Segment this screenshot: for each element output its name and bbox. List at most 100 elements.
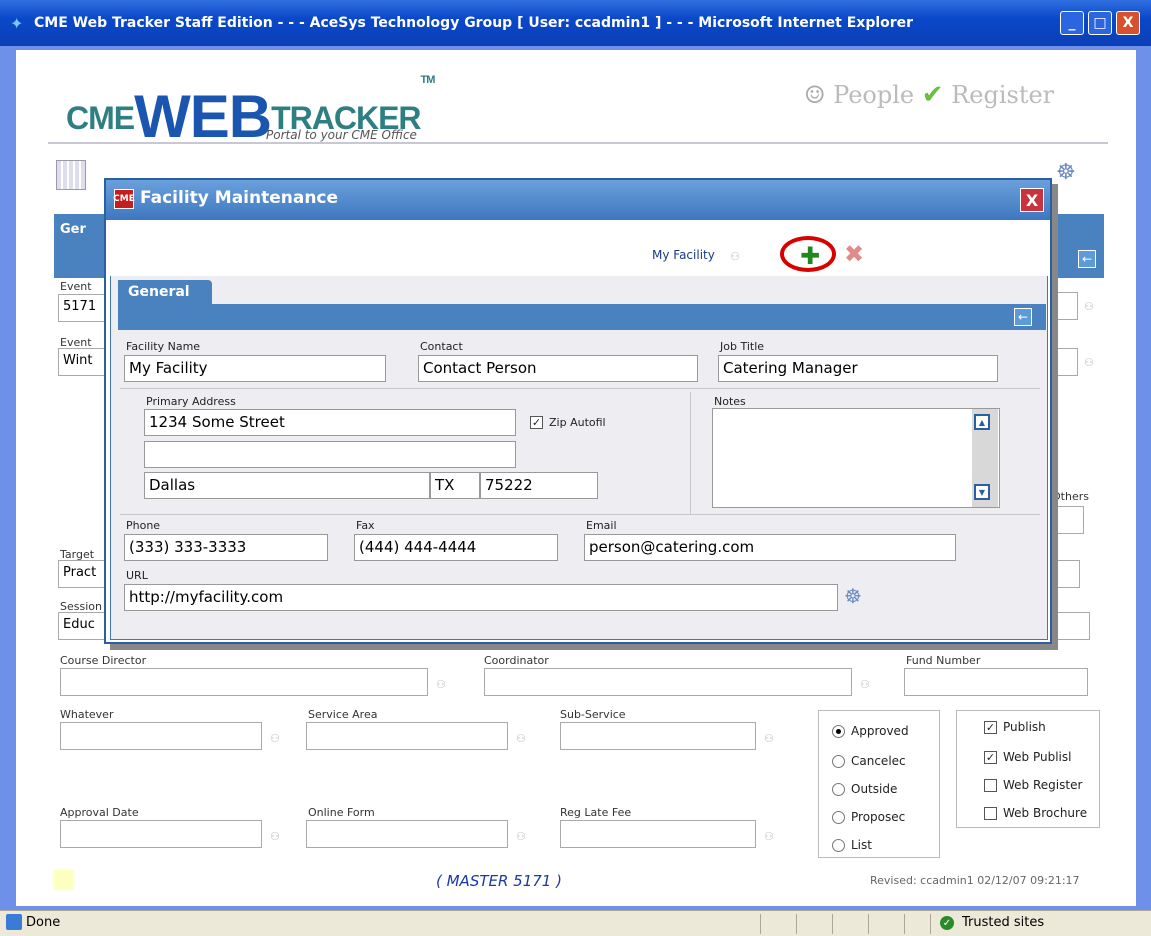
status-option[interactable]: Proposec xyxy=(832,810,905,824)
zone-text: Trusted sites xyxy=(962,915,1045,930)
contact-input[interactable]: Contact Person xyxy=(418,355,698,382)
binoculars-icon[interactable]: ⚇ xyxy=(516,830,526,843)
binoculars-icon[interactable]: ⚇ xyxy=(1084,356,1094,369)
facility-name-input[interactable]: My Facility xyxy=(124,355,386,382)
target-input[interactable]: Pract xyxy=(58,560,106,588)
zip-input[interactable]: 75222 xyxy=(480,472,598,499)
x-icon[interactable]: ✖ xyxy=(844,240,864,268)
background-input-right-4[interactable] xyxy=(1056,612,1090,640)
binoculars-icon[interactable]: ⚇ xyxy=(730,250,740,263)
whatever-label: Whatever xyxy=(60,708,114,721)
background-input-right-1[interactable] xyxy=(1056,292,1078,320)
sub-service-input[interactable] xyxy=(560,722,756,750)
dialog-title: Facility Maintenance xyxy=(106,180,1050,220)
job-title-input[interactable]: Catering Manager xyxy=(718,355,998,382)
binoculars-icon[interactable]: ⚇ xyxy=(270,732,280,745)
coordinator-input[interactable] xyxy=(484,668,852,696)
scroll-up-icon[interactable]: ▲ xyxy=(974,414,990,430)
online-form-label: Online Form xyxy=(308,806,375,819)
address-line2-input[interactable] xyxy=(144,441,516,468)
approval-date-input[interactable] xyxy=(60,820,262,848)
maximize-button[interactable]: □ xyxy=(1088,11,1112,35)
fund-number-input[interactable] xyxy=(904,668,1088,696)
url-input[interactable]: http://myfacility.com xyxy=(124,584,838,611)
calendar-icon[interactable] xyxy=(56,160,86,190)
register-link[interactable]: Register xyxy=(951,81,1054,109)
plus-icon[interactable]: ✚ xyxy=(800,242,820,270)
notes-textarea[interactable] xyxy=(712,408,1000,508)
binoculars-icon[interactable]: ⚇ xyxy=(516,732,526,745)
others-label: Others xyxy=(1052,490,1089,503)
session-input[interactable]: Educ xyxy=(58,612,106,640)
binoculars-icon[interactable]: ⚇ xyxy=(860,678,870,691)
close-window-button[interactable]: X xyxy=(1116,11,1140,35)
city-input[interactable]: Dallas xyxy=(144,472,430,499)
revised-info: Revised: ccadmin1 02/12/07 09:21:17 xyxy=(870,874,1080,887)
radio-list[interactable] xyxy=(832,838,845,852)
status-option[interactable]: List xyxy=(832,838,872,852)
web-link-icon[interactable]: ☸ xyxy=(844,584,862,608)
status-cell xyxy=(904,914,905,934)
zip-autofill-checkbox[interactable]: ✓ xyxy=(530,416,543,429)
publish-checkbox[interactable]: ✓ xyxy=(984,720,997,734)
background-tab[interactable]: Ger xyxy=(60,222,86,237)
web-brochure-checkbox[interactable] xyxy=(984,806,997,820)
window-title: CME Web Tracker Staff Edition - - - AceS… xyxy=(34,15,914,31)
state-input[interactable]: TX xyxy=(430,472,480,499)
radio-cancelled[interactable] xyxy=(832,754,845,768)
background-input-right-3[interactable] xyxy=(1056,560,1080,588)
binoculars-icon[interactable]: ⚇ xyxy=(1084,300,1094,313)
phone-input[interactable]: (333) 333-3333 xyxy=(124,534,328,561)
status-option[interactable]: Approved xyxy=(832,724,909,738)
event-name-input[interactable]: Wint xyxy=(58,348,106,376)
web-option[interactable]: Web Brochure xyxy=(984,806,1087,820)
whatever-input[interactable] xyxy=(60,722,262,750)
record-name: My Facility xyxy=(652,248,715,262)
web-publish-checkbox[interactable]: ✓ xyxy=(984,750,997,764)
zip-autofill-option[interactable]: ✓ Zip Autofil xyxy=(530,416,606,429)
radio-approved[interactable] xyxy=(832,724,845,738)
logo-tm: TM xyxy=(420,74,436,86)
binoculars-icon[interactable]: ⚇ xyxy=(270,830,280,843)
people-icon: ☺ xyxy=(804,81,826,109)
ie-icon: ✦ xyxy=(10,14,24,33)
address-line1-input[interactable]: 1234 Some Street xyxy=(144,409,516,436)
tab-general[interactable]: General xyxy=(118,280,212,306)
fax-input[interactable]: (444) 444-4444 xyxy=(354,534,558,561)
divider xyxy=(120,388,1040,389)
status-option[interactable]: Outside xyxy=(832,782,897,796)
web-link-icon[interactable]: ☸ xyxy=(1056,160,1076,185)
radio-outside[interactable] xyxy=(832,782,845,796)
binoculars-icon[interactable]: ⚇ xyxy=(764,732,774,745)
event-id-input[interactable]: 5171 xyxy=(58,294,106,322)
minimize-button[interactable]: _ xyxy=(1060,11,1084,35)
others-input[interactable] xyxy=(1050,506,1084,534)
background-input-right-2[interactable] xyxy=(1056,348,1078,376)
facility-name-label: Facility Name xyxy=(126,340,201,353)
radio-proposed[interactable] xyxy=(832,810,845,824)
status-option[interactable]: Cancelec xyxy=(832,754,906,768)
dialog-close-button[interactable]: X xyxy=(1020,188,1044,212)
online-form-input[interactable] xyxy=(306,820,508,848)
reg-late-fee-input[interactable] xyxy=(560,820,756,848)
binoculars-icon[interactable]: ⚇ xyxy=(436,678,446,691)
course-director-input[interactable] xyxy=(60,668,428,696)
email-input[interactable]: person@catering.com xyxy=(584,534,956,561)
job-title-label: Job Title xyxy=(720,340,765,353)
web-register-checkbox[interactable] xyxy=(984,778,997,792)
binoculars-icon[interactable]: ⚇ xyxy=(764,830,774,843)
note-icon[interactable] xyxy=(54,870,74,890)
back-arrow-icon[interactable]: ← xyxy=(1078,250,1096,268)
radio-label: List xyxy=(851,838,872,852)
tab-bar xyxy=(118,304,1046,330)
dialog-toolbar xyxy=(110,220,1048,276)
web-option[interactable]: ✓ Web Publisl xyxy=(984,750,1071,764)
service-area-label: Service Area xyxy=(308,708,378,721)
fax-label: Fax xyxy=(356,519,375,532)
people-link[interactable]: People xyxy=(833,81,914,109)
web-option[interactable]: ✓ Publish xyxy=(984,720,1046,734)
back-arrow-icon[interactable]: ← xyxy=(1014,308,1032,326)
scroll-down-icon[interactable]: ▼ xyxy=(974,484,990,500)
web-option[interactable]: Web Register xyxy=(984,778,1082,792)
service-area-input[interactable] xyxy=(306,722,508,750)
